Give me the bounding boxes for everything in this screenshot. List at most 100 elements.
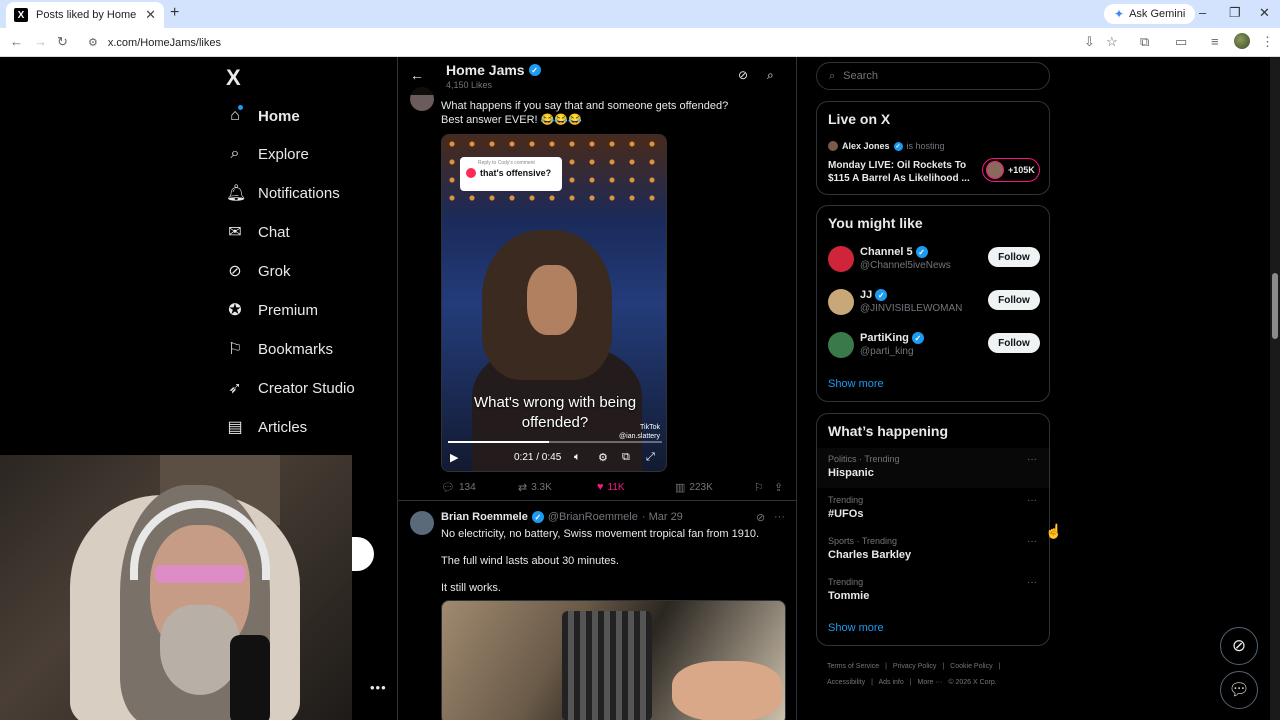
menu-icon[interactable]: ⋮	[1261, 34, 1274, 50]
trend-more-icon[interactable]: ···	[1027, 454, 1037, 465]
close-tab-icon[interactable]: ✕	[145, 7, 156, 23]
volume-icon[interactable]: 🔈︎	[574, 451, 581, 464]
repost-button[interactable]: ⇄ 3.3K	[518, 481, 552, 494]
post-more-icon[interactable]: ···	[774, 511, 785, 523]
accessibility-link[interactable]: Accessibility	[827, 679, 865, 686]
nav-grok[interactable]: ⊘ Grok	[226, 256, 290, 286]
install-icon[interactable]: ⇩	[1084, 34, 1095, 50]
search-placeholder: Search	[843, 70, 879, 82]
nav-chat[interactable]: ✉ Chat	[226, 217, 289, 247]
split-view-icon[interactable]: ▭	[1175, 34, 1187, 50]
bookmark-post-button[interactable]: ⚐	[754, 481, 764, 494]
host-name[interactable]: Alex Jones	[842, 141, 890, 151]
trend-item[interactable]: Politics · Trending Hispanic ···	[817, 448, 1049, 488]
settings-icon[interactable]: ⚙	[598, 451, 608, 464]
live-host: Alex Jones ✓ is hosting	[828, 141, 945, 151]
back-arrow-icon[interactable]: ←	[410, 67, 424, 83]
trend-more-icon[interactable]: ···	[1027, 536, 1037, 547]
restore-icon[interactable]: ❐	[1229, 5, 1241, 21]
post2-handle[interactable]: @BrianRoemmele	[548, 511, 638, 523]
grok-fab-button[interactable]: ⊘	[1220, 627, 1258, 665]
verified-badge-icon: ✓	[911, 332, 924, 344]
trend-context: Sports · Trending	[828, 536, 898, 546]
trend-more-icon[interactable]: ···	[1027, 495, 1037, 506]
search-icon[interactable]: ⌕	[767, 68, 774, 83]
terms-link[interactable]: Terms of Service	[827, 663, 879, 670]
more-options-icon[interactable]: •••	[370, 680, 387, 695]
ask-gemini-label: Ask Gemini	[1129, 8, 1186, 20]
extensions-icon[interactable]: ⧉	[1140, 34, 1149, 50]
cookie-link[interactable]: Cookie Policy	[950, 663, 992, 670]
nav-notifications[interactable]: 🔔︎ Notifications	[226, 178, 340, 208]
close-window-icon[interactable]: ✕	[1259, 5, 1270, 21]
play-icon[interactable]: ▶	[450, 451, 458, 464]
trend-more-icon[interactable]: ···	[1027, 577, 1037, 588]
suggested-user[interactable]: Channel 5 ✓ @Channel5iveNews Follow	[828, 244, 1040, 276]
fan-mechanism-image	[562, 611, 652, 720]
user-avatar	[828, 246, 854, 272]
profile-avatar[interactable]	[1234, 33, 1250, 49]
space-title[interactable]: Monday LIVE: Oil Rockets To $115 A Barre…	[828, 159, 973, 185]
nav-creator-studio[interactable]: ➶ Creator Studio	[226, 373, 355, 403]
post-text-line-1: What happens if you say that and someone…	[441, 100, 729, 112]
video-progress-fill	[448, 441, 549, 443]
ask-gemini-button[interactable]: ✦ Ask Gemini	[1104, 4, 1196, 24]
follow-button[interactable]: Follow	[988, 247, 1040, 267]
site-info-icon[interactable]: ⚙	[88, 36, 98, 49]
nav-home[interactable]: ⌂ Home	[226, 101, 300, 131]
nav-premium[interactable]: ✪ Premium	[226, 295, 318, 325]
grok-explain-icon[interactable]: ⊘	[756, 511, 765, 524]
new-tab-button[interactable]: +	[170, 4, 179, 22]
nav-bookmarks[interactable]: ⚐ Bookmarks	[226, 334, 333, 364]
premium-icon: ✪	[228, 302, 242, 319]
follow-button[interactable]: Follow	[988, 333, 1040, 353]
views-count: 223K	[689, 482, 713, 493]
nav-explore[interactable]: ⌕ Explore	[226, 139, 309, 169]
feed-header: ← Home Jams ✓ 4,150 Likes ⊘ ⌕	[398, 57, 796, 95]
media-icon[interactable]: ≡	[1211, 34, 1219, 49]
minimize-icon[interactable]: –	[1199, 5, 1206, 20]
forward-icon[interactable]: →	[34, 34, 47, 49]
views-button[interactable]: ▥ 223K	[675, 481, 713, 494]
back-icon[interactable]: ←	[10, 34, 23, 49]
fullscreen-icon[interactable]: ⤢	[646, 451, 655, 464]
brian-roemmele-avatar[interactable]	[410, 511, 434, 535]
grok-icon[interactable]: ⊘	[738, 68, 748, 82]
search-input[interactable]: ⌕ Search	[816, 62, 1050, 90]
suggested-user[interactable]: PartiKing ✓ @parti_king Follow	[828, 330, 1040, 362]
nav-creator-studio-label: Creator Studio	[258, 379, 355, 397]
like-button[interactable]: ♥ 11K	[597, 481, 625, 493]
x-logo-icon[interactable]: X	[226, 65, 241, 91]
bookmark-star-icon[interactable]: ☆	[1106, 34, 1118, 50]
privacy-link[interactable]: Privacy Policy	[893, 663, 937, 670]
overlay-handle[interactable]	[352, 537, 374, 571]
ads-info-link[interactable]: Ads info	[878, 679, 903, 686]
post2-author-name[interactable]: Brian Roemmele	[441, 511, 528, 523]
browser-tab[interactable]: X Posts liked by Home Jams (@H ✕	[6, 2, 164, 28]
trend-item[interactable]: Trending #UFOs ···	[817, 489, 1049, 529]
listeners-pill[interactable]: +105K	[982, 158, 1040, 182]
scrollbar-thumb[interactable]	[1272, 273, 1278, 339]
reload-icon[interactable]: ↻	[57, 34, 68, 50]
trend-item[interactable]: Trending Tommie ···	[817, 571, 1049, 611]
user-handle: @Channel5iveNews	[860, 260, 951, 271]
nav-articles[interactable]: ▤ Articles	[226, 412, 307, 442]
post2-date[interactable]: · Mar 29	[642, 511, 683, 523]
trend-context: Trending	[828, 577, 864, 587]
post2-media[interactable]	[441, 600, 786, 720]
share-button[interactable]: ⇪	[774, 481, 783, 494]
messages-fab-button[interactable]: 💬︎	[1220, 671, 1258, 709]
pip-icon[interactable]: ⧉	[622, 451, 630, 464]
address-bar[interactable]: ⚙ x.com/HomeJams/likes	[80, 31, 1100, 54]
suggested-user[interactable]: JJ ✓ @JINVISIBLEWOMAN Follow	[828, 287, 1040, 319]
trend-context: Trending	[828, 495, 864, 505]
video-player[interactable]: Reply to Cody's comment that's offensive…	[441, 134, 667, 472]
follow-button[interactable]: Follow	[988, 290, 1040, 310]
user-handle: @JINVISIBLEWOMAN	[860, 303, 963, 314]
page-scrollbar[interactable]	[1270, 57, 1280, 720]
more-link[interactable]: More ···	[918, 679, 943, 686]
trends-show-more-link[interactable]: Show more	[828, 622, 884, 634]
show-more-link[interactable]: Show more	[828, 378, 884, 390]
reply-button[interactable]: 💬︎ 134	[441, 481, 476, 494]
trend-item[interactable]: Sports · Trending Charles Barkley ···	[817, 530, 1049, 570]
